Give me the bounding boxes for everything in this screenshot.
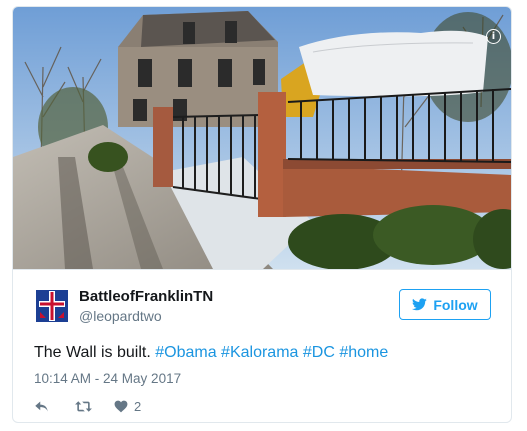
hashtag-kalorama[interactable]: #Kalorama <box>221 344 298 361</box>
tweet-photo[interactable]: i <box>13 7 511 269</box>
tweet-actions: 2 <box>34 397 141 415</box>
house-wall-photo <box>13 7 511 269</box>
tweet-text-plain: The Wall is built. <box>34 344 156 361</box>
like-button[interactable]: 2 <box>114 399 141 414</box>
twitter-bird-icon <box>412 298 428 311</box>
display-name[interactable]: BattleofFranklinTN <box>79 288 213 305</box>
tweet-card: i BattleofFranklinTN @leopardtwo Follow … <box>12 6 512 423</box>
tweet-timestamp[interactable]: 10:14 AM - 24 May 2017 <box>34 371 181 386</box>
like-count: 2 <box>134 398 142 414</box>
hashtag-dc[interactable]: #DC <box>303 344 335 361</box>
retweet-icon <box>75 400 92 412</box>
tweet-body: BattleofFranklinTN @leopardtwo Follow Th… <box>13 269 511 422</box>
reply-icon <box>35 401 48 411</box>
cross-flag-icon[interactable] <box>34 288 70 324</box>
hashtag-obama[interactable]: #Obama <box>155 344 216 361</box>
follow-button[interactable]: Follow <box>399 289 491 320</box>
reply-button[interactable] <box>34 400 50 413</box>
follow-label: Follow <box>433 296 478 313</box>
retweet-button[interactable] <box>74 400 94 413</box>
user-handle[interactable]: @leopardtwo <box>79 308 162 324</box>
info-icon[interactable]: i <box>486 29 501 44</box>
hashtag-home[interactable]: #home <box>339 344 388 361</box>
tweet-text: The Wall is built. #Obama #Kalorama #DC … <box>34 344 388 362</box>
heart-icon <box>114 400 128 412</box>
